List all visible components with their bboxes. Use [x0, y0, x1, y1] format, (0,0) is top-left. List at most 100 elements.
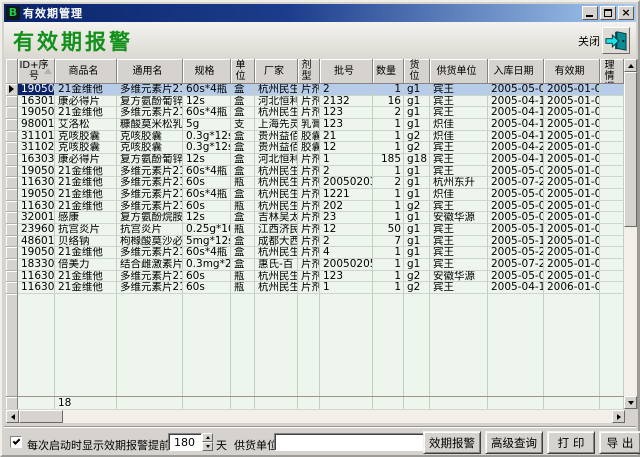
window-title: 有效期管理: [23, 5, 582, 21]
row-selector[interactable]: [6, 247, 18, 259]
page-title: 有效期报警: [13, 26, 133, 56]
col-header-generic[interactable]: 通用名: [117, 59, 183, 84]
grid-empty-area: [6, 294, 624, 396]
table-row[interactable]: 11630421金维他 多维元素片2160s 瓶杭州民生 片剂20050203 …: [6, 177, 624, 189]
col-header-supplier[interactable]: 供货单位: [430, 59, 488, 84]
title-bar: B 有效期管理 ×: [4, 4, 636, 22]
arrow-left-icon: [11, 414, 15, 420]
vertical-scrollbar-thumb[interactable]: [624, 72, 637, 227]
row-selector[interactable]: [6, 259, 18, 271]
table-row[interactable]: 239601抗宫炎片 抗宫炎片0.25g*100s 瓶江西济民 片剂12 50g…: [6, 224, 624, 236]
table-row[interactable]: 16301康必得片 复方氨酚葡锌片12s 盒河北恒利 片剂2132 16g1 宾…: [6, 96, 624, 108]
row-selector[interactable]: [6, 154, 18, 166]
close-door-label: 关闭: [578, 33, 600, 49]
stepper-down-button[interactable]: [202, 442, 213, 451]
header-band: 有效期报警 关闭: [4, 22, 636, 59]
row-selector[interactable]: [6, 166, 18, 178]
record-count: 18: [55, 397, 117, 409]
arrow-down-icon: [206, 445, 210, 448]
supplier-label: 供货单位: [234, 437, 278, 453]
col-header-indate[interactable]: 入库日期: [488, 59, 544, 84]
row-selector[interactable]: [6, 84, 18, 96]
close-icon: ×: [619, 6, 633, 20]
row-selector[interactable]: [6, 282, 18, 294]
table-row[interactable]: 11630121金维他 多维元素片2160s 瓶杭州民生 片剂1 1g2 宾王2…: [6, 282, 624, 294]
col-header-expiry[interactable]: 有效期: [544, 59, 600, 84]
row-selector[interactable]: [6, 224, 18, 236]
expiry-alert-button[interactable]: 效期报警: [423, 431, 481, 454]
table-row[interactable]: 183301倍美力 结合雌激素片0.3mg*28片 盒惠氏-百 片剂200502…: [6, 259, 624, 271]
row-selector[interactable]: [6, 131, 18, 143]
show-on-startup-checkbox[interactable]: [10, 436, 22, 448]
sort-icon: [44, 68, 52, 74]
export-button[interactable]: 导 出: [599, 431, 640, 454]
col-header-qty[interactable]: 数量: [373, 59, 404, 84]
table-row[interactable]: 31102克咳胶囊 克咳胶囊0.3g*12s 盒贵州益佰 胶囊12 1g2 宾王…: [6, 142, 624, 154]
row-selector[interactable]: [6, 236, 18, 248]
maximize-icon: [604, 9, 612, 17]
alert-days-label: 效期报警提前:: [104, 437, 174, 453]
table-row[interactable]: 11630221金维他 多维元素片2160s 瓶杭州民生 片剂123 1g2 安…: [6, 271, 624, 283]
table-row[interactable]: 19050221金维他 多维元素片2160s*4瓶 盒杭州民生 片剂2 1g1 …: [6, 166, 624, 178]
col-header-note[interactable]: 处理情况: [600, 59, 624, 84]
scroll-down-button[interactable]: [624, 396, 637, 409]
row-selector[interactable]: [6, 201, 18, 213]
close-button[interactable]: ×: [618, 6, 634, 20]
minimize-button[interactable]: [582, 6, 598, 20]
table-row[interactable]: 11630321金维他 多维元素片2160s 瓶杭州民生 片剂202 1g2 宾…: [6, 201, 624, 213]
row-selector[interactable]: [6, 119, 18, 131]
scroll-up-button[interactable]: [624, 59, 637, 72]
app-icon: B: [6, 6, 20, 20]
col-header-spec[interactable]: 规格: [183, 59, 231, 84]
col-header-unit[interactable]: 单位: [231, 59, 255, 84]
table-footer-row: 18: [6, 396, 624, 409]
col-header-id[interactable]: ID+序号: [18, 59, 55, 84]
row-selector[interactable]: [6, 189, 18, 201]
scroll-right-button[interactable]: [612, 410, 625, 423]
table-header-row: ID+序号 商品名 通用名 规格 单位 厂家 剂型 批号 数量 货位 供货单位 …: [6, 59, 624, 84]
col-header-product[interactable]: 商品名: [55, 59, 117, 84]
table-row[interactable]: 19050521金维他 多维元素片2160s*4瓶 盒杭州民生 片剂4 1g1 …: [6, 247, 624, 259]
row-selector[interactable]: [6, 142, 18, 154]
col-header-maker[interactable]: 厂家: [255, 59, 298, 84]
exit-door-icon: [604, 30, 628, 52]
row-selector[interactable]: [6, 107, 18, 119]
table-row[interactable]: 48601贝络钠 枸橼酸莫沙必利5mg*12s 盒成都大西 片剂2 7g1 宾王…: [6, 236, 624, 248]
row-selector[interactable]: [6, 212, 18, 224]
arrow-up-icon: [628, 64, 634, 68]
horizontal-scrollbar-thumb[interactable]: [19, 410, 63, 423]
minimize-icon: [586, 15, 593, 17]
alert-days-stepper[interactable]: 180: [168, 433, 202, 451]
app-window: B 有效期管理 × 有效期报警 关闭 ID: [0, 0, 640, 457]
table-row[interactable]: 19050321金维他 多维元素片2160s*4瓶 盒杭州民生 片剂2 1g1 …: [6, 84, 624, 96]
arrow-up-icon: [206, 436, 210, 439]
table-row[interactable]: 16303康必得片 复方氨酚葡锌片12s 盒河北恒利 片剂1 185g18 宾王…: [6, 154, 624, 166]
print-button[interactable]: 打 印: [547, 431, 595, 454]
days-unit-label: 天: [216, 437, 227, 453]
stepper-up-button[interactable]: [202, 433, 213, 442]
table-row[interactable]: 19050421金维他 多维元素片2160s*4瓶 盒杭州民生 片剂1221 1…: [6, 189, 624, 201]
col-header-batch[interactable]: 批号: [320, 59, 373, 84]
table-row[interactable]: 31101克咳胶囊 克咳胶囊0.3g*12s 盒贵州益佰 胶囊21 1g2 炽佳…: [6, 131, 624, 143]
maximize-button[interactable]: [600, 6, 616, 20]
arrow-down-icon: [628, 401, 634, 405]
table-row[interactable]: 32001感康 复方氨酚烷胺片12s 盒吉林吴太 片剂23 1g1 安徽华源20…: [6, 212, 624, 224]
table-row[interactable]: 19050121金维他 多维元素片2160s*4瓶 盒杭州民生 片剂123 2g…: [6, 107, 624, 119]
advanced-query-button[interactable]: 高级查询: [485, 431, 543, 454]
scroll-left-button[interactable]: [6, 410, 19, 423]
row-selector[interactable]: [6, 96, 18, 108]
header-gutter: [6, 59, 18, 84]
show-on-startup-label: 每次启动时显示: [27, 437, 104, 453]
vertical-scrollbar[interactable]: [624, 59, 637, 409]
checkmark-icon: [13, 437, 21, 445]
col-header-location[interactable]: 货位: [404, 59, 430, 84]
grid-body: 19050321金维他 多维元素片2160s*4瓶 盒杭州民生 片剂2 1g1 …: [6, 84, 624, 294]
col-header-form[interactable]: 剂型: [298, 59, 320, 84]
table-row[interactable]: 98001艾洛松 糠酸莫米松乳膏5g 支上海先灵 乳膏123 1g1 炽佳200…: [6, 119, 624, 131]
expiry-table: ID+序号 商品名 通用名 规格 单位 厂家 剂型 批号 数量 货位 供货单位 …: [6, 59, 638, 409]
supplier-input[interactable]: [274, 433, 430, 451]
horizontal-scrollbar[interactable]: [6, 410, 625, 423]
close-door-button[interactable]: [602, 27, 630, 54]
row-selector[interactable]: [6, 271, 18, 283]
row-selector[interactable]: [6, 177, 18, 189]
